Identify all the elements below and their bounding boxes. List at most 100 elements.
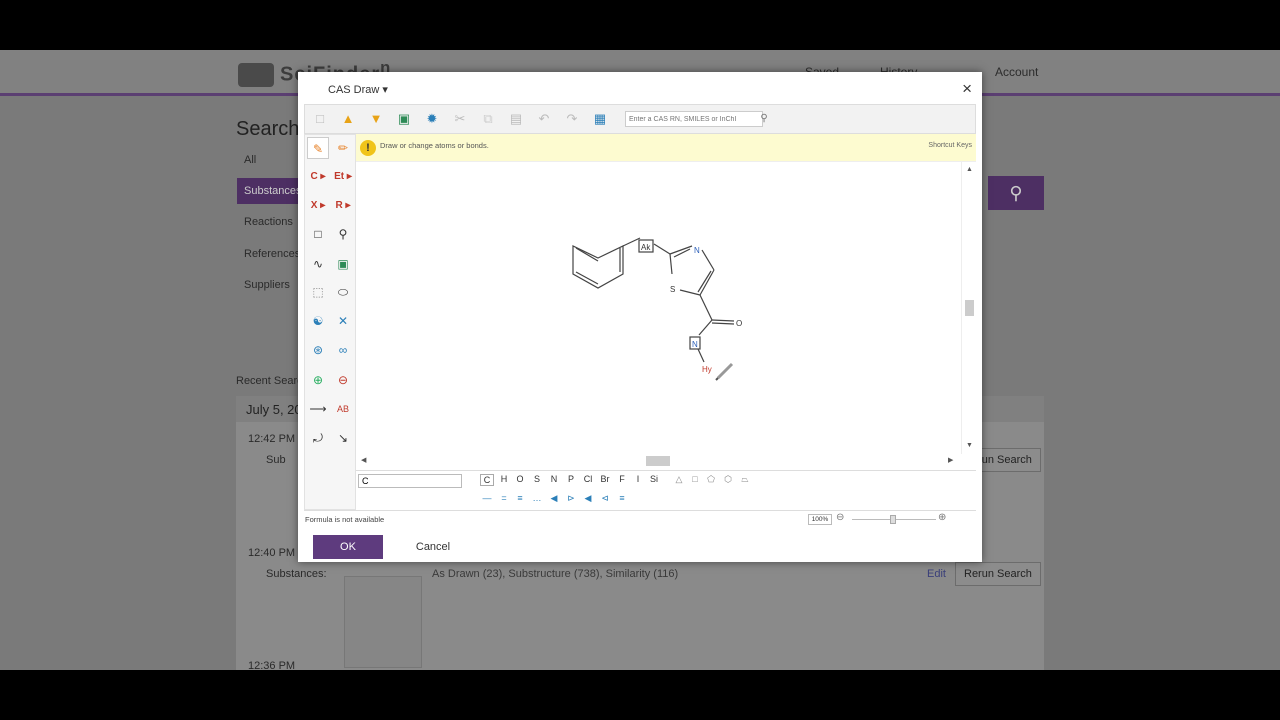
element-input[interactable] (358, 474, 462, 488)
bracket-icon[interactable]: □ (307, 223, 329, 245)
rect-select-icon[interactable]: ⬚ (307, 281, 329, 303)
zoom-out-icon[interactable]: ⊖ (836, 512, 844, 523)
atom-label-n2[interactable]: N (692, 340, 698, 349)
new-icon[interactable]: □ (311, 110, 329, 128)
paste-icon[interactable]: ▤ (507, 110, 525, 128)
zoom-in-icon[interactable]: ⊕ (938, 512, 946, 523)
save-icon[interactable]: ▣ (395, 110, 413, 128)
triple-bond-icon[interactable]: ≡ (513, 493, 527, 503)
ring-cyclopropane-icon[interactable]: △ (672, 474, 686, 485)
arrow-icon[interactable]: ⟶ (307, 398, 329, 420)
atom-label-o[interactable]: O (736, 319, 742, 328)
pencil-icon[interactable]: ✎ (307, 137, 329, 159)
element-h[interactable]: H (497, 474, 511, 484)
hint-bar: ! Draw or change atoms or bonds. Shortcu… (356, 134, 976, 162)
any-bond-icon[interactable]: ≡ (615, 493, 629, 503)
scroll-up-icon[interactable]: ▲ (966, 166, 973, 173)
plus-icon[interactable]: ⊕ (307, 369, 329, 391)
element-o[interactable]: O (513, 474, 527, 484)
ring-cyclopentane-icon[interactable]: ⬠ (704, 474, 718, 485)
entry-hits[interactable]: As Drawn (23), Substructure (738), Simil… (432, 568, 678, 580)
sidebar-item-suppliers[interactable]: Suppliers (244, 279, 290, 291)
account-link[interactable]: Account (995, 65, 1038, 79)
sidebar-item-references[interactable]: References (244, 248, 300, 260)
zoom-slider-thumb[interactable] (890, 515, 896, 524)
ethyl-tool[interactable]: Et ▸ (332, 166, 354, 188)
cancel-button[interactable]: Cancel (408, 535, 458, 559)
template-icon[interactable]: ▦ (591, 110, 609, 128)
scroll-right-icon[interactable]: ▶ (948, 456, 953, 464)
structure-thumbnail[interactable] (344, 576, 422, 668)
drawing-canvas[interactable]: Ak N S O N Hy (356, 162, 961, 462)
ring-cyclohexane-icon[interactable]: ⬡ (721, 474, 735, 485)
redo-icon[interactable]: ↷ (563, 110, 581, 128)
double-bond-icon[interactable]: = (497, 493, 511, 503)
scroll-thumb[interactable] (965, 300, 974, 316)
edit-link[interactable]: Edit (927, 568, 946, 580)
search-button[interactable]: ⚲ (988, 176, 1044, 210)
halogen-tool[interactable]: X ▸ (307, 195, 329, 217)
element-p[interactable]: P (564, 474, 578, 484)
wedge-bond-icon[interactable]: ◀ (547, 493, 561, 504)
bold-wedge-icon[interactable]: ◀ (581, 493, 595, 504)
clean-icon[interactable]: ✹ (423, 110, 441, 128)
undo-icon[interactable]: ↶ (535, 110, 553, 128)
wavy-bond-icon[interactable]: ∿ (307, 253, 329, 275)
move-icon[interactable]: ↘ (332, 427, 354, 449)
dialog-title[interactable]: CAS Draw ▾ (328, 83, 388, 96)
lasso-icon[interactable]: ⬭ (332, 281, 354, 303)
element-cl[interactable]: Cl (581, 474, 595, 484)
atom-map-icon[interactable]: ☯ (307, 310, 329, 332)
atom-label-n[interactable]: N (694, 246, 700, 255)
element-br[interactable]: Br (598, 474, 612, 484)
copy-icon[interactable]: ⧉ (479, 110, 497, 128)
ring-benzene-icon[interactable]: ⏢ (738, 474, 752, 485)
atom-label-hy[interactable]: Hy (702, 365, 712, 374)
scroll-down-icon[interactable]: ▼ (966, 442, 973, 449)
single-bond-icon[interactable]: — (480, 493, 494, 503)
shortcut-keys-link[interactable]: Shortcut Keys (928, 142, 972, 149)
element-si[interactable]: Si (647, 474, 661, 484)
image-icon[interactable]: ▣ (332, 253, 354, 275)
minus-icon[interactable]: ⊖ (332, 369, 354, 391)
entry-type: Substances: (266, 568, 327, 580)
pencil-cursor-icon (715, 362, 734, 381)
element-f[interactable]: F (615, 474, 629, 484)
entry-type: Sub (266, 454, 286, 466)
eraser-icon[interactable]: ✏ (332, 137, 354, 159)
export-icon[interactable]: ▼ (367, 110, 385, 128)
curly-arrow-icon[interactable]: ⤾ (307, 427, 329, 449)
close-icon[interactable]: × (962, 79, 972, 99)
sidebar-item-reactions[interactable]: Reactions (244, 216, 293, 228)
carbon-tool[interactable]: C ▸ (307, 166, 329, 188)
ok-button[interactable]: OK (313, 535, 383, 559)
sidebar-item-all[interactable]: All (244, 154, 256, 166)
element-i[interactable]: I (631, 474, 645, 484)
sidebar-item-substances[interactable]: Substances (244, 185, 301, 197)
label-icon[interactable]: AB (332, 398, 354, 420)
atom-label-s[interactable]: S (670, 285, 675, 294)
zoom-value[interactable]: 100% (808, 514, 832, 525)
hash-bond-icon[interactable]: ⊲ (598, 493, 612, 504)
ring-cyclobutane-icon[interactable]: □ (688, 474, 702, 484)
charge-icon[interactable]: ⊛ (307, 339, 329, 361)
rgroup-tool[interactable]: R ▸ (332, 195, 354, 217)
horizontal-scrollbar[interactable]: ◀ ▶ (356, 454, 961, 468)
rerun-button[interactable]: Rerun Search (955, 562, 1041, 586)
element-c[interactable]: C (480, 474, 494, 486)
structure-search-icon[interactable]: ⚲ (755, 110, 773, 128)
import-icon[interactable]: ▲ (339, 110, 357, 128)
element-s[interactable]: S (530, 474, 544, 484)
element-n[interactable]: N (547, 474, 561, 484)
hscroll-thumb[interactable] (646, 456, 670, 466)
scroll-left-icon[interactable]: ◀ (361, 456, 366, 464)
cut-icon[interactable]: ✂ (451, 110, 469, 128)
dashed-bond-icon[interactable]: … (530, 493, 544, 503)
vertical-scrollbar[interactable]: ▲ ▼ (961, 162, 976, 454)
hash-wedge-icon[interactable]: ⊳ (564, 493, 578, 504)
atom-label-ak[interactable]: Ak (641, 243, 651, 252)
mapping-icon[interactable]: ∞ (332, 339, 354, 361)
lens-icon[interactable]: ⚲ (332, 223, 354, 245)
bond-cut-icon[interactable]: ✕ (332, 310, 354, 332)
cas-search-input[interactable] (625, 111, 763, 127)
